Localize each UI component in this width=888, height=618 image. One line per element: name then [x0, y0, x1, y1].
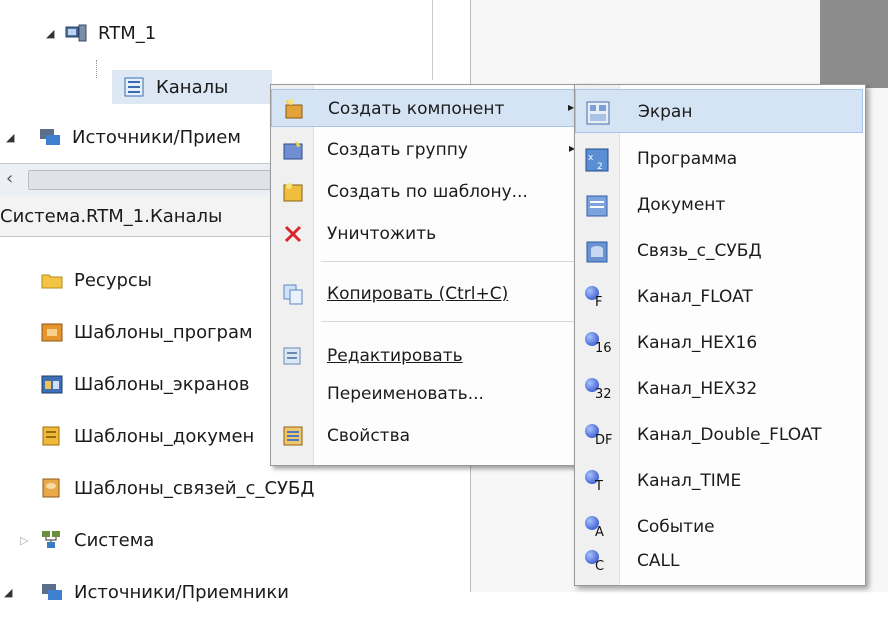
submenu-label: Документ [637, 195, 726, 215]
system-icon [42, 531, 60, 548]
menu-item-create-group[interactable]: Создать группу ▸ [271, 131, 591, 169]
tree-label-rtm1: RTM_1 [98, 22, 157, 44]
menu-item-delete[interactable]: Уничтожить [271, 215, 591, 253]
scrollbar-thumb[interactable] [28, 170, 280, 190]
folder-icon [41, 274, 63, 289]
menu-item-create-from-template[interactable]: Создать по шаблону... [271, 173, 591, 211]
channels-list-icon [124, 77, 144, 97]
properties-icon [283, 426, 303, 446]
menu-label: Создать группу [327, 140, 468, 160]
database-icon [586, 241, 608, 263]
menu-label: Редактировать [327, 346, 463, 366]
menu-separator [321, 321, 583, 322]
db-templates-icon [42, 478, 60, 498]
submenu-label: Программа [637, 149, 738, 169]
menu-item-rename[interactable]: Переименовать... [271, 375, 591, 413]
screen-templates-icon [41, 375, 63, 394]
create-group-icon [283, 140, 303, 160]
tree-item-db-templates[interactable]: Шаблоны_связей_с_СУБД [20, 462, 314, 514]
screen-icon [586, 101, 610, 125]
menu-separator [321, 261, 583, 262]
tree-label: Шаблоны_экранов [74, 373, 250, 395]
workspace-gray-area [820, 0, 888, 88]
svg-text:x: x [588, 153, 594, 163]
menu-label: Создать по шаблону... [327, 182, 528, 202]
expand-arrow-icon[interactable]: ◢ [6, 131, 24, 144]
menu-item-create-component[interactable]: Создать компонент ▸ [271, 89, 591, 127]
submenu-item-call[interactable]: C CALL [575, 539, 863, 583]
submenu-item-channel-hex16[interactable]: 16 Канал_HEX16 [575, 321, 863, 365]
tree-scrollbar[interactable] [432, 0, 433, 80]
submenu-item-channel-double-float[interactable]: DF Канал_Double_FLOAT [575, 413, 863, 457]
submenu-label: Экран [638, 102, 693, 122]
program-templates-icon [41, 323, 63, 342]
create-component-icon [285, 99, 303, 119]
expand-arrow-icon[interactable]: ◢ [46, 27, 64, 40]
menu-item-edit[interactable]: Редактировать [271, 337, 591, 375]
context-menu: Создать компонент ▸ Создать группу ▸ Соз… [270, 84, 594, 466]
submenu-label: Канал_TIME [637, 471, 742, 491]
tree-item-sources-bottom[interactable]: ◢ Источники/Приемники [4, 566, 314, 618]
submenu-item-program[interactable]: x 2 Программа [575, 137, 863, 181]
tree-label: Шаблоны_програм [74, 321, 253, 343]
menu-label: Свойства [327, 426, 411, 446]
scroll-left-icon[interactable]: ‹ [6, 168, 13, 189]
submenu-item-database[interactable]: Связь_с_СУБД [575, 229, 863, 273]
create-component-submenu: Экран x 2 Программа Документ Связь_с_СУБ… [574, 84, 866, 586]
submenu-label: CALL [637, 551, 680, 571]
menu-label: Уничтожить [327, 224, 437, 244]
submenu-label: Событие [637, 517, 715, 537]
event-icon: A [583, 514, 611, 542]
menu-item-properties[interactable]: Свойства [271, 417, 591, 455]
copy-icon [283, 284, 303, 305]
sources-icon [42, 584, 62, 600]
delete-icon [284, 225, 302, 243]
svg-text:2: 2 [597, 162, 603, 172]
tree-label: Шаблоны_связей_с_СУБД [74, 477, 315, 499]
submenu-label: Канал_FLOAT [637, 287, 753, 307]
breadcrumb: Система.RTM_1.Каналы [0, 206, 223, 227]
menu-label: Копировать (Ctrl+C) [327, 284, 509, 304]
program-icon: x 2 [585, 148, 609, 172]
submenu-label: Канал_Double_FLOAT [637, 425, 822, 445]
tree-item-sources-top[interactable]: ◢ Источники/Прием [6, 120, 241, 154]
tree-connector [96, 60, 98, 78]
submenu-item-channel-time[interactable]: T Канал_TIME [575, 459, 863, 503]
tree-label: Система [74, 529, 155, 551]
call-icon: C [583, 548, 611, 576]
menu-label: Создать компонент [328, 99, 505, 119]
tree-label-channels: Каналы [156, 76, 229, 98]
channel-hex16-icon: 16 [583, 330, 612, 358]
tree-label-sources-top: Источники/Прием [72, 126, 241, 148]
submenu-label: Связь_с_СУБД [637, 241, 762, 261]
computer-icon [65, 24, 87, 42]
submenu-item-document[interactable]: Документ [575, 183, 863, 227]
tree-label: Ресурсы [74, 269, 153, 291]
sources-icon [40, 129, 60, 145]
collapsed-arrow-icon[interactable]: ▷ [20, 534, 38, 547]
tree-label: Источники/Приемники [74, 581, 289, 603]
tree-item-channels[interactable]: Каналы [112, 70, 272, 104]
tree-item-system[interactable]: ▷ Система [20, 514, 314, 566]
channel-hex32-icon: 32 [583, 376, 612, 404]
tree-item-rtm1[interactable]: ◢ RTM_1 [46, 16, 156, 50]
submenu-item-channel-float[interactable]: F Канал_FLOAT [575, 275, 863, 319]
edit-icon [283, 347, 301, 365]
expand-arrow-icon[interactable]: ◢ [4, 586, 22, 599]
create-from-template-icon [283, 183, 303, 202]
document-templates-icon [42, 426, 60, 446]
submenu-item-channel-hex32[interactable]: 32 Канал_HEX32 [575, 367, 863, 411]
channel-time-icon: T [583, 468, 611, 496]
submenu-label: Канал_HEX16 [637, 333, 758, 353]
document-icon [586, 195, 608, 217]
tree-label: Шаблоны_докумен [74, 425, 255, 447]
menu-item-copy[interactable]: Копировать (Ctrl+C) [271, 275, 591, 313]
channel-double-float-icon: DF [583, 422, 613, 450]
menu-label: Переименовать... [327, 384, 484, 404]
submenu-label: Канал_HEX32 [637, 379, 758, 399]
submenu-item-screen[interactable]: Экран [575, 89, 863, 133]
channel-float-icon: F [583, 284, 611, 312]
